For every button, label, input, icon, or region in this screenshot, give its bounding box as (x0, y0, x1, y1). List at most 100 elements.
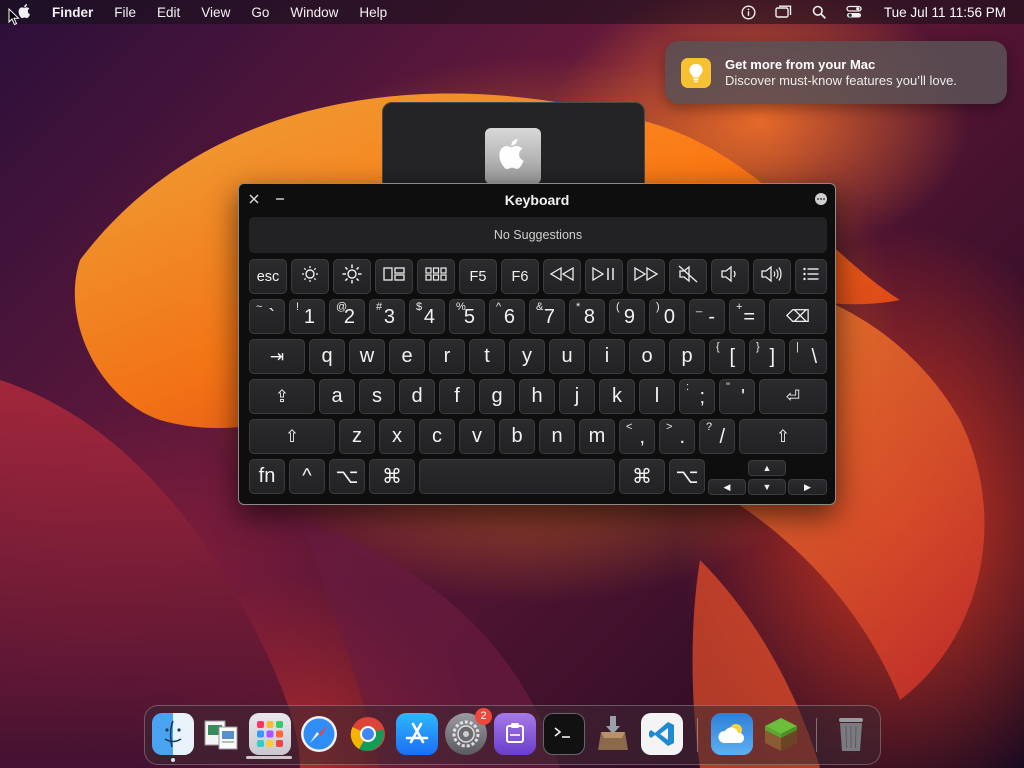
key-volume-up[interactable] (753, 259, 791, 294)
key-minus[interactable]: _ - (689, 299, 725, 334)
key-a[interactable]: a (319, 379, 355, 414)
dock-weather-icon[interactable] (711, 713, 753, 755)
dock-safari-icon[interactable] (298, 713, 340, 755)
key-equals[interactable]: + = (729, 299, 765, 334)
key-6[interactable]: ^ 6 (489, 299, 525, 334)
key-m[interactable]: m (579, 419, 615, 454)
key-2[interactable]: @2 (329, 299, 365, 334)
key-control[interactable]: ^ (289, 459, 325, 494)
dock-clipboard-app-icon[interactable] (494, 713, 536, 755)
key-5[interactable]: % 5 (449, 299, 485, 334)
key-q[interactable]: q (309, 339, 345, 374)
key-c[interactable]: c (419, 419, 455, 454)
menu-app-name[interactable]: Finder (52, 5, 93, 20)
key-play-pause[interactable] (585, 259, 623, 294)
key-period[interactable]: >. (659, 419, 695, 454)
key-e[interactable]: e (389, 339, 425, 374)
menubar-clock[interactable]: Tue Jul 11 11:56 PM (884, 5, 1006, 20)
key-return[interactable]: ⏎ (759, 379, 827, 414)
key-3[interactable]: #3 (369, 299, 405, 334)
key-j[interactable]: j (559, 379, 595, 414)
dock-installer-icon[interactable] (592, 713, 634, 755)
key-d[interactable]: d (399, 379, 435, 414)
key-z[interactable]: z (339, 419, 375, 454)
key-f6[interactable]: F6 (501, 259, 539, 294)
key-f[interactable]: f (439, 379, 475, 414)
key-u[interactable]: u (549, 339, 585, 374)
dock-finder-icon[interactable] (152, 713, 194, 755)
key-tab[interactable]: ⇥ (249, 339, 305, 374)
key-n[interactable]: n (539, 419, 575, 454)
key-v[interactable]: v (459, 419, 495, 454)
key-comma[interactable]: <, (619, 419, 655, 454)
background-window[interactable] (382, 102, 645, 194)
info-icon[interactable] (740, 3, 758, 21)
key-shift-right[interactable]: ⇧ (739, 419, 827, 454)
key-t[interactable]: t (469, 339, 505, 374)
key-slash[interactable]: ? / (699, 419, 735, 454)
key-rewind[interactable] (543, 259, 581, 294)
key-list[interactable] (795, 259, 827, 294)
key-x[interactable]: x (379, 419, 415, 454)
key-fn[interactable]: fn (249, 459, 285, 494)
dock-preview-icon[interactable] (200, 713, 242, 755)
key-quote[interactable]: " ' (719, 379, 755, 414)
key-right-bracket[interactable]: }] (749, 339, 785, 374)
key-g[interactable]: g (479, 379, 515, 414)
key-y[interactable]: y (509, 339, 545, 374)
key-delete[interactable]: ⌫ (769, 299, 827, 334)
key-space[interactable] (419, 459, 615, 494)
dock-vscode-icon[interactable] (641, 713, 683, 755)
key-mute[interactable] (669, 259, 707, 294)
key-backslash[interactable]: | \ (789, 339, 827, 374)
key-arrow-up[interactable]: ▲ (748, 460, 786, 476)
menu-view[interactable]: View (201, 5, 230, 20)
dock-system-settings-icon[interactable]: 2 (445, 708, 492, 755)
key-arrow-down[interactable]: ▼ (748, 479, 786, 495)
key-option-left[interactable]: ⌥ (329, 459, 365, 494)
key-volume-down[interactable] (711, 259, 749, 294)
key-w[interactable]: w (349, 339, 385, 374)
dock-trash-icon[interactable] (830, 713, 872, 755)
menu-window[interactable]: Window (290, 5, 338, 20)
key-caps-lock[interactable]: ⇪ (249, 379, 315, 414)
key-9[interactable]: (9 (609, 299, 645, 334)
key-s[interactable]: s (359, 379, 395, 414)
key-f5[interactable]: F5 (459, 259, 497, 294)
key-option-right[interactable]: ⌥ (669, 459, 705, 494)
menu-help[interactable]: Help (359, 5, 387, 20)
key-k[interactable]: k (599, 379, 635, 414)
keyboard-viewer-window[interactable]: Keyboard No Suggestions esc F5 F6 ~ ` ! 1 … (238, 183, 836, 505)
key-command-right[interactable]: ⌘ (619, 459, 665, 494)
key-shift-left[interactable]: ⇧ (249, 419, 335, 454)
key-arrow-left[interactable]: ◀ (708, 479, 746, 495)
key-o[interactable]: o (629, 339, 665, 374)
key-p[interactable]: p (669, 339, 705, 374)
key-0[interactable]: ) 0 (649, 299, 685, 334)
control-center-icon[interactable] (845, 3, 863, 21)
key-r[interactable]: r (429, 339, 465, 374)
key-l[interactable]: l (639, 379, 675, 414)
key-esc[interactable]: esc (249, 259, 287, 294)
key-left-bracket[interactable]: {[ (709, 339, 745, 374)
dock-app-store-icon[interactable] (396, 713, 438, 755)
dock-launchpad-icon[interactable] (249, 713, 291, 755)
menu-edit[interactable]: Edit (157, 5, 180, 20)
key-launchpad[interactable] (417, 259, 455, 294)
key-fast-forward[interactable] (627, 259, 665, 294)
dock-chrome-icon[interactable] (347, 713, 389, 755)
key-semicolon[interactable]: :; (679, 379, 715, 414)
key-command-left[interactable]: ⌘ (369, 459, 415, 494)
key-1[interactable]: ! 1 (289, 299, 325, 334)
key-brightness-down[interactable] (291, 259, 329, 294)
menu-file[interactable]: File (114, 5, 136, 20)
key-brightness-up[interactable] (333, 259, 371, 294)
key-b[interactable]: b (499, 419, 535, 454)
key-mission-control[interactable] (375, 259, 413, 294)
dock-terminal-icon[interactable] (543, 713, 585, 755)
key-h[interactable]: h (519, 379, 555, 414)
key-backtick[interactable]: ~ ` (249, 299, 285, 334)
key-7[interactable]: & 7 (529, 299, 565, 334)
key-4[interactable]: $4 (409, 299, 445, 334)
notification-banner[interactable]: Get more from your Mac Discover must-kno… (665, 41, 1007, 104)
